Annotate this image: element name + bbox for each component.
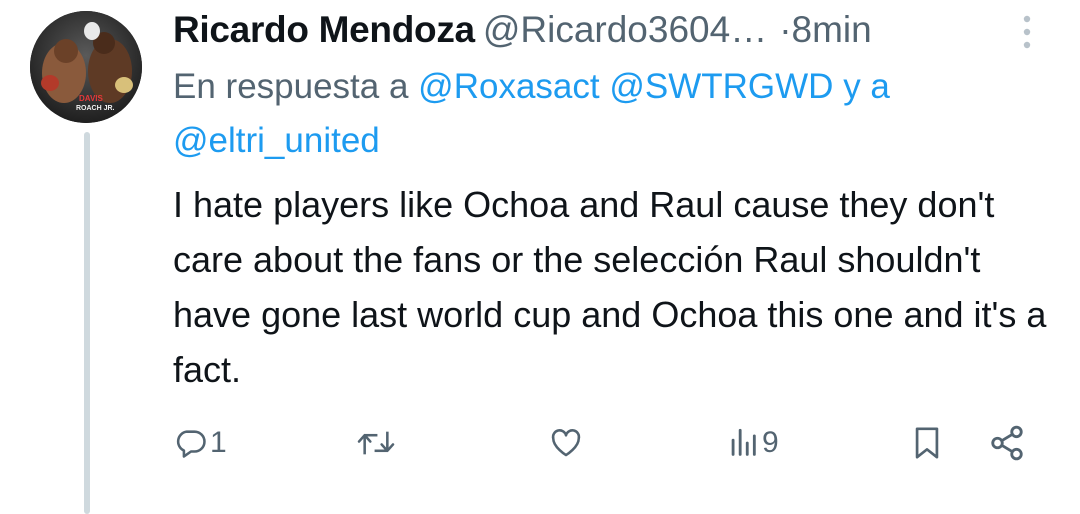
- mention-link[interactable]: @Roxasact: [418, 67, 599, 106]
- tweet[interactable]: DAVIS ROACH JR. Ricardo Mendoza @Ricardo3…: [0, 0, 1080, 514]
- user-handle[interactable]: @Ricardo3604…: [483, 9, 767, 50]
- reply-icon: [176, 430, 206, 458]
- reply-context: En respuesta a @Roxasact @SWTRGWD y a @e…: [173, 60, 1033, 168]
- bookmark-icon: [915, 427, 939, 459]
- separator-dot: ·: [779, 9, 792, 50]
- tweet-header: Ricardo Mendoza @Ricardo3604… ·8min: [173, 6, 1040, 54]
- reply-button[interactable]: 1: [174, 418, 227, 468]
- avatar[interactable]: DAVIS ROACH JR.: [30, 11, 142, 123]
- display-name[interactable]: Ricardo Mendoza: [173, 9, 475, 50]
- like-icon: [551, 429, 581, 457]
- bookmark-button[interactable]: [910, 418, 944, 468]
- reply-count: 1: [210, 426, 227, 459]
- action-bar: 1 9: [170, 418, 1050, 468]
- share-icon: [991, 425, 1023, 461]
- mention-link[interactable]: @eltri_united: [173, 121, 380, 160]
- more-vertical-icon[interactable]: [1022, 14, 1032, 50]
- reply-prefix: En respuesta a: [173, 67, 409, 106]
- timestamp[interactable]: 8min: [792, 9, 872, 50]
- retweet-button[interactable]: [356, 418, 398, 468]
- like-button[interactable]: [548, 418, 586, 468]
- retweet-icon: [357, 431, 395, 455]
- share-button[interactable]: [988, 418, 1026, 468]
- avatar-text-bottom: ROACH JR.: [76, 105, 115, 112]
- avatar-text-top: DAVIS: [79, 94, 104, 103]
- views-icon: [731, 428, 756, 456]
- tweet-text: I hate players like Ochoa and Raul cause…: [173, 184, 1047, 390]
- views-button[interactable]: 9: [726, 418, 779, 468]
- reply-conjunction[interactable]: y a: [843, 67, 890, 106]
- mention-link[interactable]: @SWTRGWD: [609, 67, 833, 106]
- views-count: 9: [762, 426, 779, 459]
- thread-line: [84, 132, 90, 514]
